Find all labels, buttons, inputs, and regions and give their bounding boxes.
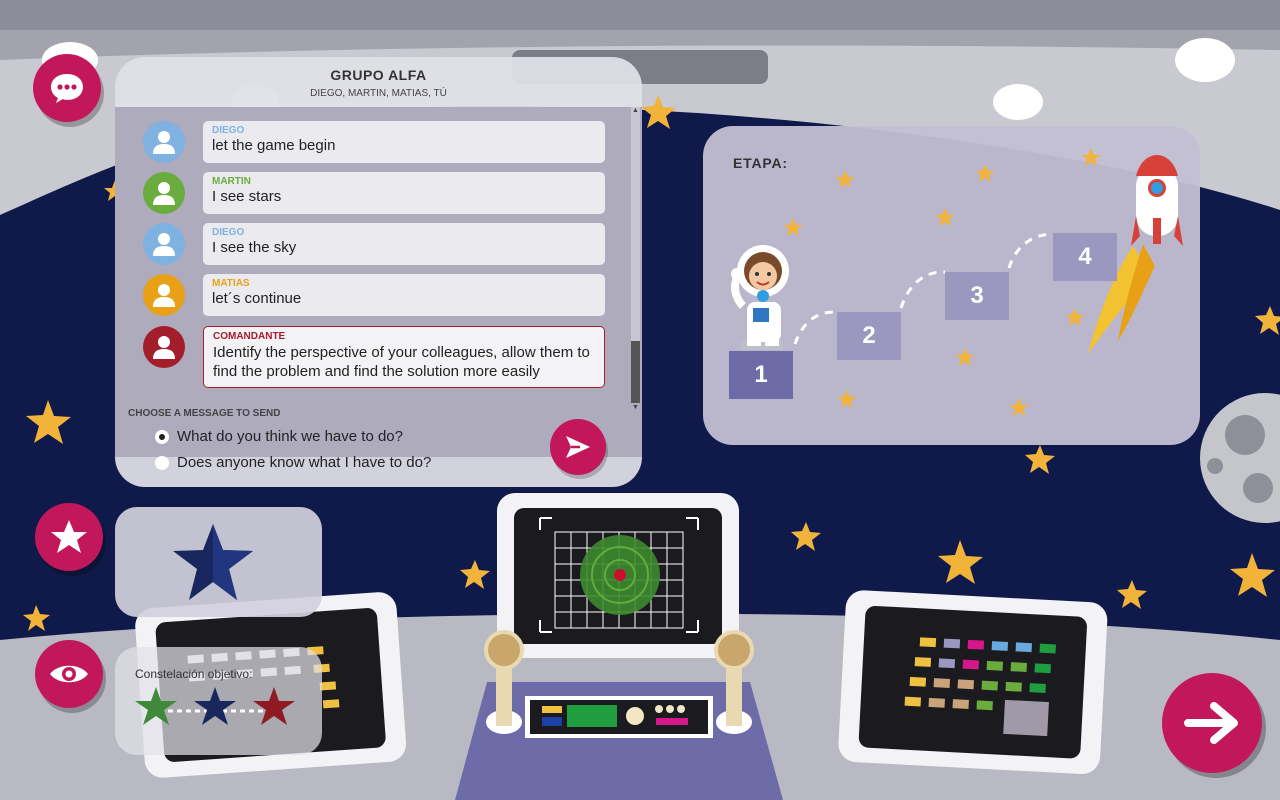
message-bubble: MATIAS let´s continue <box>203 274 605 316</box>
scroll-up-icon[interactable]: ▲ <box>631 107 640 115</box>
chat-message-list[interactable]: DIEGO let the game begin MARTIN I see st… <box>115 107 642 457</box>
message-sender: COMANDANTE <box>213 331 286 342</box>
eye-icon <box>50 665 88 683</box>
message-sender: MARTIN <box>212 176 251 187</box>
chat-message: MARTIN I see stars <box>115 170 642 214</box>
arrow-right-icon <box>1184 702 1238 744</box>
chat-panel: GRUPO ALFA DIEGO, MARTIN, MATIAS, TÚ DIE… <box>115 57 642 487</box>
user-icon <box>153 182 175 205</box>
chat-message: MATIAS let´s continue <box>115 272 642 316</box>
avatar <box>143 172 185 214</box>
constellation-star-red-icon <box>253 687 295 725</box>
user-icon <box>153 233 175 256</box>
message-bubble: COMANDANTE Identify the perspective of y… <box>203 326 605 388</box>
chat-title: GRUPO ALFA <box>330 67 427 83</box>
message-bubble: MARTIN I see stars <box>203 172 605 214</box>
chat-message: DIEGO I see the sky <box>115 221 642 265</box>
star-icon <box>51 520 87 553</box>
target-constellation-panel: Constelación objetivo: <box>115 647 322 755</box>
stage-step-1: 1 <box>729 351 793 399</box>
user-icon <box>153 284 175 307</box>
message-bubble: DIEGO let the game begin <box>203 121 605 163</box>
chat-header: GRUPO ALFA DIEGO, MARTIN, MATIAS, TÚ <box>115 57 642 107</box>
avatar <box>143 121 185 163</box>
scrollbar-thumb[interactable] <box>631 341 640 403</box>
message-text: Identify the perspective of your colleag… <box>213 344 590 380</box>
game-scene: GRUPO ALFA DIEGO, MARTIN, MATIAS, TÚ DIE… <box>0 0 1280 800</box>
message-text: I see the sky <box>212 239 297 256</box>
target-constellation <box>135 687 295 725</box>
stage-step-2: 2 <box>837 312 901 360</box>
chat-members: DIEGO, MARTIN, MATIAS, TÚ <box>310 88 447 99</box>
selected-star-panel <box>115 507 322 617</box>
selected-star-icon[interactable] <box>171 522 255 602</box>
message-option[interactable]: Does anyone know what I have to do? <box>155 454 431 471</box>
star-button[interactable] <box>35 503 103 571</box>
message-bubble: DIEGO I see the sky <box>203 223 605 265</box>
radio-unselected[interactable] <box>155 455 169 470</box>
avatar <box>143 326 185 368</box>
message-text: let´s continue <box>212 290 302 307</box>
send-message-button[interactable] <box>550 419 606 475</box>
avatar <box>143 223 185 265</box>
chat-bubble-icon <box>51 74 83 103</box>
message-sender: MATIAS <box>212 278 250 289</box>
message-sender: DIEGO <box>212 125 245 136</box>
message-text: let the game begin <box>212 137 336 154</box>
radio-selected[interactable] <box>155 429 169 444</box>
constellation-star-blue-icon <box>194 687 236 725</box>
stage-step-3: 3 <box>945 272 1009 320</box>
view-constellation-button[interactable] <box>35 640 103 708</box>
choose-message-label: CHOOSE A MESSAGE TO SEND <box>128 408 281 419</box>
chat-message: DIEGO let the game begin <box>115 119 642 163</box>
send-icon <box>566 436 590 458</box>
message-sender: DIEGO <box>212 227 245 238</box>
option-text: Does anyone know what I have to do? <box>177 454 432 471</box>
chat-scrollbar[interactable]: ▲ ▼ <box>631 107 640 411</box>
stage-step-4: 4 <box>1053 233 1117 281</box>
avatar <box>143 274 185 316</box>
next-button[interactable] <box>1162 673 1262 773</box>
message-text: I see stars <box>212 188 282 205</box>
constellation-label: Constelación objetivo: <box>135 667 253 681</box>
option-text: What do you think we have to do? <box>177 428 403 445</box>
message-option[interactable]: What do you think we have to do? <box>155 428 403 445</box>
constellation-star-green-icon <box>135 687 177 725</box>
user-icon <box>153 336 175 359</box>
chat-toggle-button[interactable] <box>33 54 101 122</box>
scroll-down-icon[interactable]: ▼ <box>631 404 640 412</box>
chat-message-commander: COMANDANTE Identify the perspective of y… <box>115 324 642 388</box>
stage-progress-panel: ETAPA: 1 2 3 4 <box>703 126 1200 445</box>
user-icon <box>153 131 175 154</box>
